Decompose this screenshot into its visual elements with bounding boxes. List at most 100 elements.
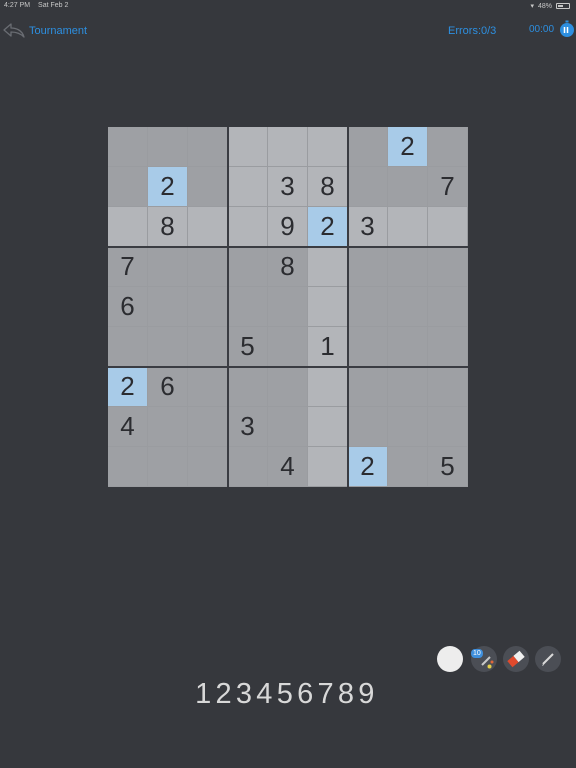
- board-cell[interactable]: [308, 247, 348, 287]
- board-cell[interactable]: 8: [148, 207, 188, 247]
- battery-percent: 48%: [537, 2, 552, 10]
- number-key[interactable]: 1: [193, 676, 213, 712]
- board-cell[interactable]: [268, 407, 308, 447]
- board-cell[interactable]: [268, 367, 308, 407]
- board-cell[interactable]: [188, 127, 228, 167]
- board-cell[interactable]: [428, 247, 468, 287]
- board-cell[interactable]: 2: [388, 127, 428, 167]
- board-cell[interactable]: [388, 247, 428, 287]
- board-cell[interactable]: [148, 247, 188, 287]
- board-cell[interactable]: [188, 207, 228, 247]
- number-key[interactable]: 4: [254, 676, 274, 712]
- board-cell[interactable]: [228, 167, 268, 207]
- board-cell[interactable]: [148, 127, 188, 167]
- number-key[interactable]: 7: [315, 676, 335, 712]
- board-cell[interactable]: [308, 447, 348, 487]
- board-cell[interactable]: [228, 287, 268, 327]
- board-cell[interactable]: [228, 127, 268, 167]
- board-cell[interactable]: 9: [268, 207, 308, 247]
- board-cell[interactable]: [388, 207, 428, 247]
- status-right: ▾ 48%: [530, 2, 570, 10]
- board-cell[interactable]: [388, 447, 428, 487]
- stopwatch-icon[interactable]: [558, 20, 576, 38]
- board-cell[interactable]: [268, 287, 308, 327]
- board-cell[interactable]: [188, 247, 228, 287]
- board-cell[interactable]: [148, 287, 188, 327]
- board-cell[interactable]: [188, 327, 228, 367]
- hint-tool[interactable]: 10: [471, 646, 497, 672]
- board-cell[interactable]: [148, 407, 188, 447]
- board-cell[interactable]: [188, 367, 228, 407]
- board-cell[interactable]: [428, 327, 468, 367]
- board-cell[interactable]: [308, 127, 348, 167]
- board-cell[interactable]: 5: [428, 447, 468, 487]
- board-cell[interactable]: 8: [268, 247, 308, 287]
- board-cell[interactable]: [148, 327, 188, 367]
- board-cell[interactable]: [228, 207, 268, 247]
- board-cell[interactable]: [268, 327, 308, 367]
- number-key[interactable]: 5: [275, 676, 295, 712]
- board-cell[interactable]: 7: [428, 167, 468, 207]
- number-key[interactable]: 3: [234, 676, 254, 712]
- board-cell[interactable]: 2: [148, 167, 188, 207]
- board-cell[interactable]: [108, 167, 148, 207]
- board-cell[interactable]: [348, 327, 388, 367]
- number-key[interactable]: 8: [336, 676, 356, 712]
- board-cell[interactable]: [348, 247, 388, 287]
- board-cell[interactable]: [108, 207, 148, 247]
- curved-back-arrow-icon[interactable]: [2, 22, 26, 40]
- board-cell[interactable]: 8: [308, 167, 348, 207]
- board-cell[interactable]: 3: [228, 407, 268, 447]
- color-dot-tool[interactable]: [437, 646, 463, 672]
- board-cell[interactable]: [188, 167, 228, 207]
- board-cell[interactable]: 3: [348, 207, 388, 247]
- errors-counter: Errors:0/3: [448, 25, 497, 37]
- board-cell[interactable]: 2: [108, 367, 148, 407]
- board-cell[interactable]: 1: [308, 327, 348, 367]
- board-cell[interactable]: [308, 407, 348, 447]
- board-cell[interactable]: [348, 287, 388, 327]
- board-cell[interactable]: 2: [308, 207, 348, 247]
- board-cell[interactable]: [108, 127, 148, 167]
- number-key[interactable]: 6: [295, 676, 315, 712]
- board-cell[interactable]: 6: [108, 287, 148, 327]
- back-button-label[interactable]: Tournament: [29, 25, 87, 37]
- eraser-tool[interactable]: [503, 646, 529, 672]
- board-cell[interactable]: [348, 127, 388, 167]
- board-cell[interactable]: [388, 327, 428, 367]
- board-cell[interactable]: [428, 207, 468, 247]
- board-cell[interactable]: [388, 167, 428, 207]
- board-cell[interactable]: 2: [348, 447, 388, 487]
- board-cell[interactable]: [228, 447, 268, 487]
- board-cell[interactable]: [428, 127, 468, 167]
- board-cell[interactable]: [428, 287, 468, 327]
- board-cell[interactable]: [228, 367, 268, 407]
- board-cell[interactable]: 4: [268, 447, 308, 487]
- board-cell[interactable]: [348, 367, 388, 407]
- board-cell[interactable]: [388, 287, 428, 327]
- board-cell[interactable]: [428, 407, 468, 447]
- board-cell[interactable]: [388, 407, 428, 447]
- board-cell[interactable]: [308, 367, 348, 407]
- board-cell[interactable]: 3: [268, 167, 308, 207]
- board-cell[interactable]: [348, 407, 388, 447]
- board-cell[interactable]: [268, 127, 308, 167]
- board-cell[interactable]: [228, 247, 268, 287]
- pencil-tool[interactable]: [535, 646, 561, 672]
- board-cell[interactable]: [388, 367, 428, 407]
- board-cell[interactable]: [308, 287, 348, 327]
- board-cell[interactable]: 6: [148, 367, 188, 407]
- board-cell[interactable]: 4: [108, 407, 148, 447]
- board-cell[interactable]: [428, 367, 468, 407]
- board-cell[interactable]: [148, 447, 188, 487]
- number-key[interactable]: 2: [213, 676, 233, 712]
- board-cell[interactable]: [188, 287, 228, 327]
- number-key[interactable]: 9: [356, 676, 376, 712]
- board-cell[interactable]: [188, 447, 228, 487]
- board-cell[interactable]: 7: [108, 247, 148, 287]
- board-cell[interactable]: 5: [228, 327, 268, 367]
- board-cell[interactable]: [348, 167, 388, 207]
- board-cell[interactable]: [108, 447, 148, 487]
- board-cell[interactable]: [188, 407, 228, 447]
- board-cell[interactable]: [108, 327, 148, 367]
